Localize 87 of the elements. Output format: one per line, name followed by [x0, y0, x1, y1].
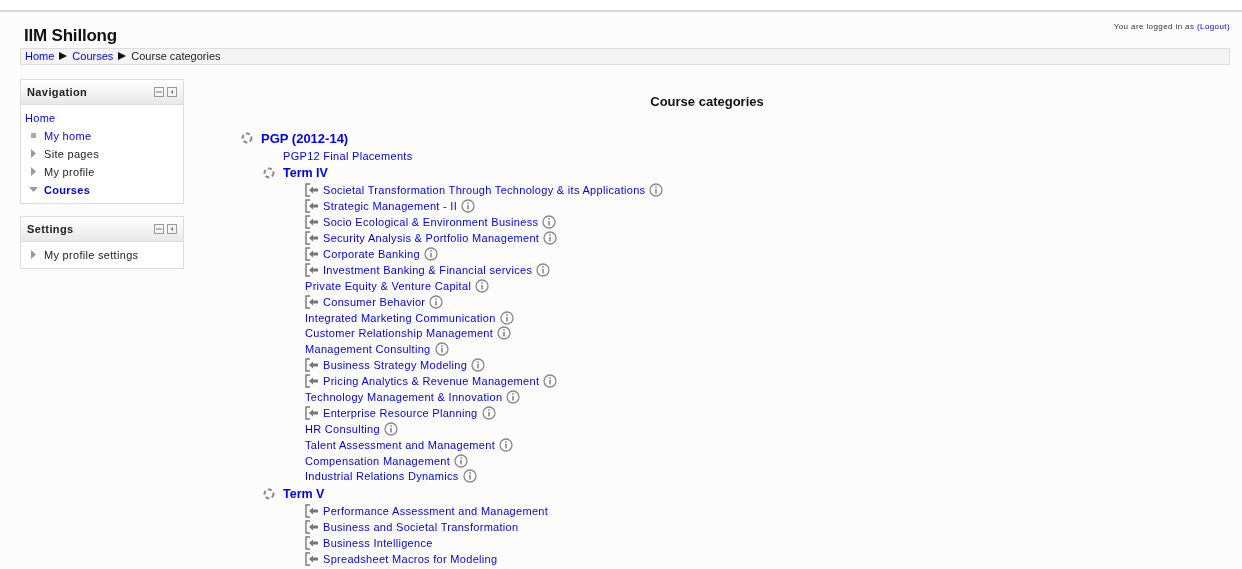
info-icon[interactable] [383, 421, 398, 436]
info-icon[interactable] [649, 183, 664, 198]
enrol-icon [305, 374, 319, 389]
course-link[interactable]: Spreadsheet Macros for Modeling [323, 553, 498, 566]
course-link[interactable]: Management Consulting [305, 343, 431, 356]
course-link[interactable]: Pricing Analytics & Revenue Management [323, 375, 540, 388]
info-icon[interactable] [461, 199, 476, 214]
enrol-icon [305, 183, 319, 198]
category-icon [262, 486, 276, 501]
nav-item[interactable]: Site pages [44, 147, 99, 160]
info-icon[interactable] [434, 342, 449, 357]
course-link[interactable]: Socio Ecological & Environment Business [323, 216, 539, 229]
enrol-icon [305, 199, 319, 214]
enrol-icon [305, 358, 319, 373]
course-link[interactable]: Societal Transformation Through Technology & its Applications [323, 184, 646, 197]
info-icon[interactable] [506, 390, 521, 405]
expanded-arrow-icon[interactable] [29, 185, 38, 195]
logout-link[interactable]: (Logout) [1197, 22, 1230, 31]
breadcrumb-link[interactable]: Courses [72, 50, 114, 63]
info-icon[interactable] [481, 405, 496, 420]
login-info: You are logged in as (Logout) [1113, 22, 1230, 31]
info-icon[interactable] [462, 469, 477, 484]
enrol-icon [305, 504, 319, 519]
info-icon[interactable] [475, 278, 490, 293]
enrol-icon [305, 536, 319, 551]
block-title: Navigation [27, 85, 88, 98]
info-icon[interactable] [542, 215, 557, 230]
info-icon[interactable] [423, 247, 438, 261]
breadcrumb-current: Course categories [131, 50, 221, 63]
course-link[interactable]: Strategic Management - II [323, 200, 458, 213]
enrol-icon [305, 215, 319, 230]
page-title: Course categories [649, 93, 765, 109]
course-link[interactable]: Talent Assessment and Management [305, 438, 495, 451]
nav-item[interactable]: My profile [44, 165, 95, 178]
block-title: Settings [27, 222, 74, 235]
course-link[interactable]: HR Consulting [305, 422, 380, 435]
breadcrumb-link[interactable]: Home [25, 50, 55, 63]
info-icon[interactable] [497, 326, 512, 341]
nav-item[interactable]: My home [44, 129, 92, 142]
enrol-icon [305, 262, 319, 277]
course-link[interactable]: Business Intelligence [323, 537, 433, 550]
course-link[interactable]: Private Equity & Venture Capital [305, 279, 472, 292]
course-link[interactable]: Performance Assessment and Management [323, 505, 549, 518]
category-icon [262, 166, 276, 180]
course-link[interactable]: Business and Societal Transformation [323, 521, 519, 534]
bullet-icon [29, 131, 38, 141]
info-icon[interactable] [429, 294, 444, 309]
separator-icon [59, 52, 68, 61]
course-link[interactable]: PGP12 Final Placements [283, 149, 413, 162]
nav-item[interactable]: Home [25, 111, 56, 124]
nav-item[interactable]: My profile settings [44, 248, 139, 261]
enrol-icon [305, 405, 319, 420]
site-name: IIM Shillong [24, 26, 117, 46]
enrol-icon [305, 552, 319, 567]
dock-icon[interactable] [167, 86, 177, 97]
nav-item[interactable]: Courses [44, 183, 91, 196]
minimize-icon[interactable] [154, 86, 164, 97]
course-link[interactable]: Integrated Marketing Communication [305, 311, 496, 324]
info-icon[interactable] [543, 374, 558, 389]
course-link[interactable]: Consumer Behavior [323, 295, 426, 308]
course-link[interactable]: Enterprise Resource Planning [323, 406, 478, 419]
info-icon[interactable] [536, 262, 551, 277]
minimize-icon[interactable] [154, 223, 164, 234]
category-icon [240, 131, 254, 146]
category-link[interactable]: Term IV [283, 166, 328, 180]
course-link[interactable]: Business Strategy Modeling [323, 359, 468, 372]
course-link[interactable]: Technology Management & Innovation [305, 391, 503, 404]
separator-icon [118, 52, 127, 61]
course-link[interactable]: Security Analysis & Portfolio Management [323, 232, 540, 245]
enrol-icon [305, 247, 319, 261]
collapsed-arrow-icon[interactable] [29, 250, 38, 260]
info-icon[interactable] [471, 358, 486, 373]
dock-icon[interactable] [167, 223, 177, 234]
enrol-icon [305, 520, 319, 535]
info-icon[interactable] [454, 453, 469, 468]
course-link[interactable]: Compensation Management [305, 454, 451, 467]
enrol-icon [305, 231, 319, 246]
course-link[interactable]: Investment Banking & Financial services [323, 263, 533, 276]
course-link[interactable]: Corporate Banking [323, 248, 420, 260]
category-link[interactable]: Term V [283, 486, 325, 501]
course-link[interactable]: Industrial Relations Dynamics [305, 470, 459, 483]
info-icon[interactable] [499, 437, 513, 452]
info-icon[interactable] [499, 310, 514, 325]
enrol-icon [305, 294, 319, 309]
course-link[interactable]: Customer Relationship Management [305, 327, 494, 340]
info-icon[interactable] [543, 231, 558, 246]
category-link[interactable]: PGP (2012-14) [261, 130, 349, 146]
